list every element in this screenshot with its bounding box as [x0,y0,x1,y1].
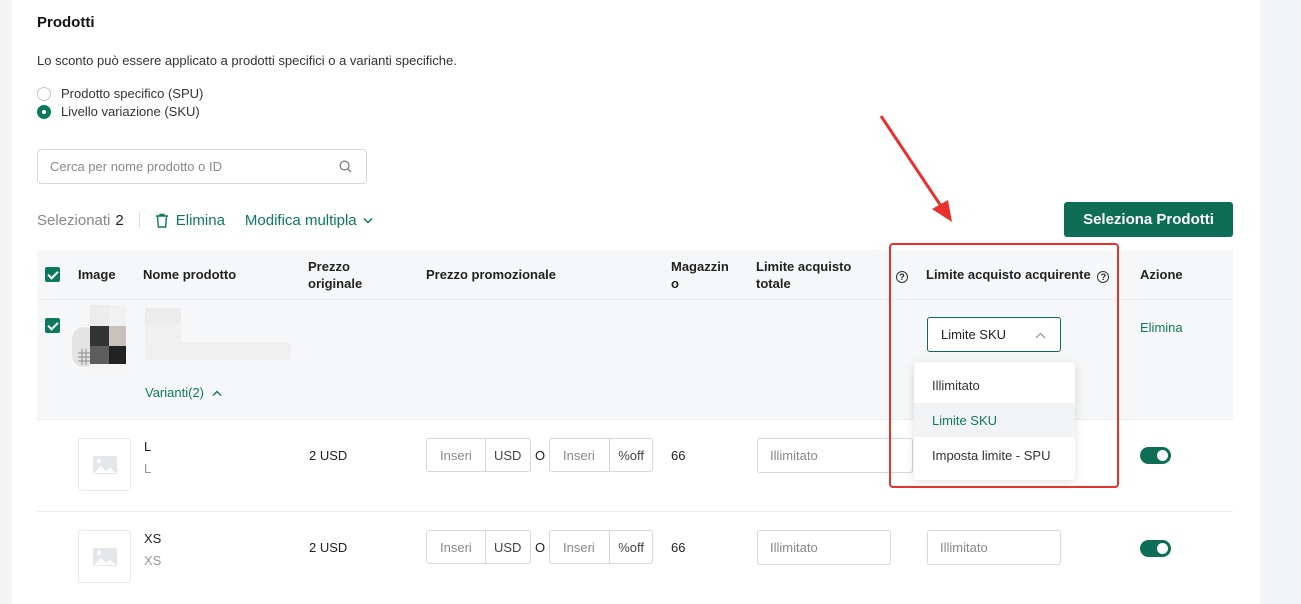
bulk-edit-label: Modifica multipla [244,211,357,229]
delete-label: Elimina [175,211,225,229]
section-title: Prodotti [37,14,95,31]
header-original-price-line2: originale [308,276,363,291]
header-total-limit-line1: Limite acquisto [756,259,852,274]
variants-toggle[interactable]: Varianti(2) [145,385,222,400]
radio-circle-checked[interactable] [37,104,51,119]
currency-addon: USD [485,439,529,471]
discount-pct-field[interactable]: Inseri %off [549,438,653,472]
page-gutter [1260,0,1301,604]
select-products-button[interactable]: Seleziona Prodotti [1064,202,1233,237]
or-separator: O [535,448,546,463]
variant-image[interactable] [78,438,131,491]
product-name-blurred [145,308,291,368]
search-input[interactable] [38,150,318,183]
radio-circle[interactable] [37,86,51,101]
radio-label: Livello variazione (SKU) [61,104,200,119]
total-limit-input[interactable]: Illimitato [757,530,891,565]
variant-image[interactable] [78,530,131,583]
product-checkbox[interactable] [45,318,60,333]
header-action: Azione [1140,267,1183,282]
variant-stock: 66 [671,448,686,463]
discount-pct-input[interactable]: Inseri [550,448,609,463]
header-image: Image [78,267,116,282]
header-promo-price: Prezzo promozionale [426,267,557,282]
variant-sub: XS [144,553,162,568]
header-stock: Magazzin o [671,258,729,292]
buyer-limit-input[interactable]: Illimitato [927,530,1061,565]
search-box [37,149,367,184]
bulk-delete-button[interactable]: Elimina [155,212,225,229]
variant-row: XS XS 2 USD Inseri USD O Inseri %off 66 … [37,511,1233,604]
radio-label: Prodotto specifico (SPU) [61,86,204,101]
header-product-name: Nome prodotto [143,267,237,282]
annotation-arrow-icon [879,115,952,222]
variant-original-price: 2 USD [309,540,348,555]
discount-pct-field[interactable]: Inseri %off [549,530,653,564]
variant-original-price: 2 USD [309,448,348,463]
header-stock-line2: o [671,276,679,291]
pct-addon: %off [609,439,652,471]
product-thumbnail[interactable] [72,305,129,377]
radio-sku[interactable]: Livello variazione (SKU) [37,104,200,119]
header-total-limit: Limite acquisto totale [756,258,851,292]
header-original-price-line1: Prezzo [308,259,350,274]
selected-count: 2 [115,211,124,229]
header-original-price: Prezzo originale [308,258,362,292]
toolbar-divider [138,212,140,228]
promo-price-field[interactable]: Inseri USD [426,530,531,564]
radio-spu[interactable]: Prodotto specifico (SPU) [37,86,203,101]
variants-label: Varianti(2) [145,385,205,400]
bulk-edit-button[interactable]: Modifica multipla [245,212,373,229]
delete-product-link[interactable]: Elimina [1140,320,1183,335]
search-icon[interactable] [339,160,352,173]
selection-toolbar: Selezionati 2 Elimina Modifica multipla [37,210,373,230]
variant-name: XS [144,531,162,546]
promo-price-input[interactable]: Inseri [427,448,485,463]
header-total-limit-line2: totale [756,276,791,291]
variant-stock: 66 [671,540,686,555]
promo-price-field[interactable]: Inseri USD [426,438,531,472]
variant-name: L [144,439,152,454]
chevron-up-icon [212,390,222,396]
section-description: Lo sconto può essere applicato a prodott… [37,53,457,68]
pct-addon: %off [609,531,652,563]
select-all-checkbox[interactable] [45,267,60,282]
promo-price-input[interactable]: Inseri [427,540,485,555]
selected-label: Selezionati [37,211,111,229]
header-stock-line1: Magazzin [671,259,729,274]
chevron-down-icon [363,217,373,224]
variant-enabled-toggle[interactable] [1140,447,1171,464]
or-separator: O [535,540,546,555]
discount-pct-input[interactable]: Inseri [550,540,609,555]
currency-addon: USD [485,531,529,563]
variant-enabled-toggle[interactable] [1140,540,1171,557]
variant-sub: L [144,461,152,476]
trash-icon [155,213,168,228]
annotation-highlight-box [889,243,1119,488]
